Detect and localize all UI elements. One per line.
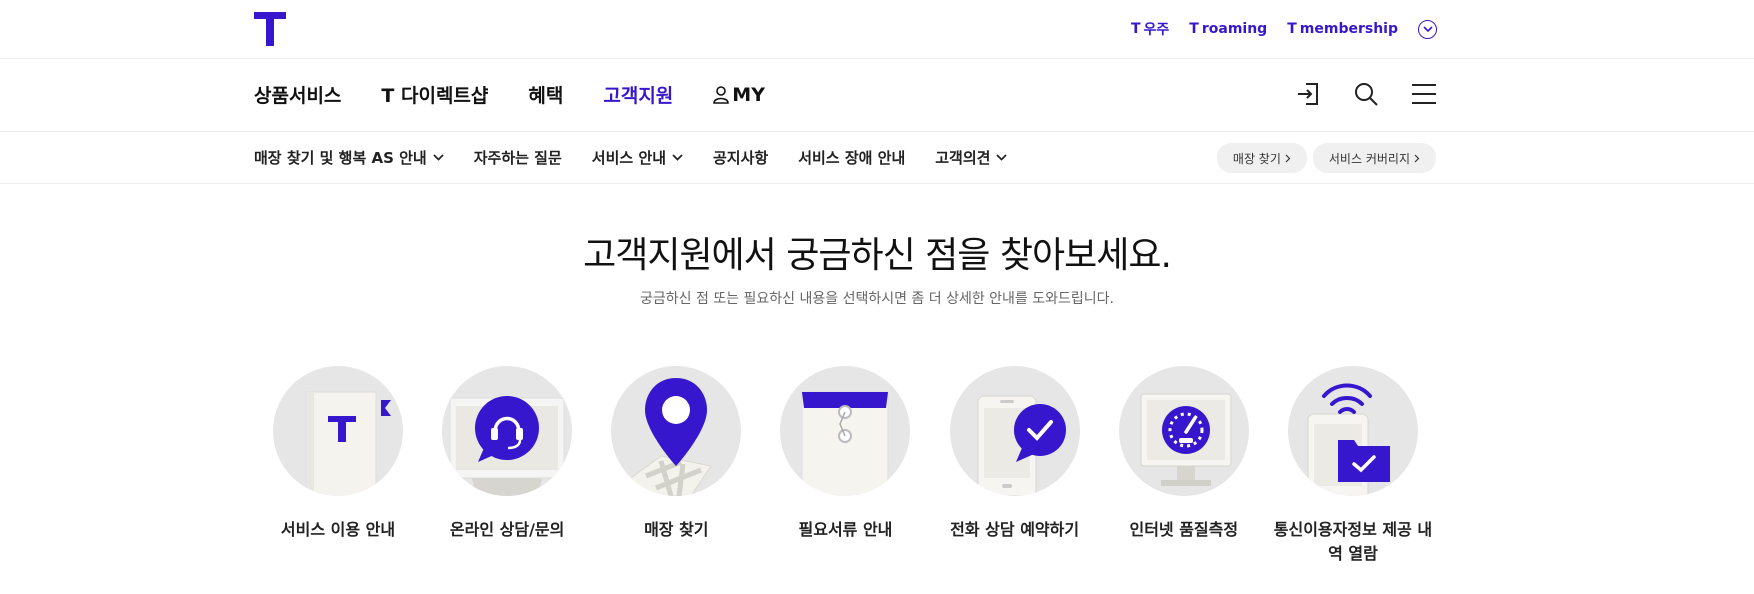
service-item-online-consult[interactable]: 온라인 상담/문의 [423, 366, 591, 566]
chevron-down-icon [996, 154, 1008, 161]
service-item-documents[interactable]: 필요서류 안내 [761, 366, 929, 566]
more-sites-chevron-icon[interactable] [1418, 19, 1437, 39]
nav-my[interactable]: MY [713, 81, 765, 108]
store-finder-pill[interactable]: 매장 찾기 [1216, 143, 1307, 173]
wifi-folder-icon [1287, 366, 1418, 496]
menu-icon[interactable] [1411, 81, 1437, 107]
link-membership[interactable]: Tmembership [1287, 21, 1398, 37]
service-item-speed-test[interactable]: 인터넷 품질측정 [1100, 366, 1268, 566]
headset-chat-icon [442, 366, 573, 496]
map-pin-icon [611, 366, 742, 496]
service-grid: 서비스 이용 안내 온라인 상담/문의 매장 찾기 필요서류 안내 전화 상담 … [254, 366, 1437, 566]
chevron-down-icon [672, 154, 683, 161]
service-item-store-finder[interactable]: 매장 찾기 [592, 366, 760, 566]
t-mark-icon: T [1287, 21, 1297, 37]
lnb-outage[interactable]: 서비스 장애 안내 [798, 147, 905, 168]
chevron-down-icon [433, 154, 444, 161]
link-woojoo[interactable]: T 우주 [1131, 19, 1169, 39]
lnb-faq[interactable]: 자주하는 질문 [474, 147, 562, 168]
top-bar: T 우주 Troaming Tmembership [0, 0, 1754, 59]
person-icon [713, 85, 730, 104]
nav-direct-shop[interactable]: T 다이렉트샵 [381, 81, 488, 108]
t-mark-icon: T [1189, 21, 1199, 37]
service-item-guide[interactable]: 서비스 이용 안내 [254, 366, 422, 566]
nav-customer-support[interactable]: 고객지원 [603, 81, 673, 108]
nav-products[interactable]: 상품서비스 [254, 81, 341, 108]
t-mark-icon: T [1130, 21, 1141, 37]
link-roaming[interactable]: Troaming [1189, 21, 1267, 37]
lnb-store-as[interactable]: 매장 찾기 및 행복 AS 안내 [254, 147, 444, 168]
nav-benefits[interactable]: 혜택 [528, 81, 563, 108]
speedometer-monitor-icon [1118, 366, 1249, 496]
lnb-notice[interactable]: 공지사항 [713, 147, 768, 168]
t-logo-icon[interactable] [254, 12, 286, 46]
document-envelope-icon [780, 366, 911, 496]
utility-links: T 우주 Troaming Tmembership [1131, 19, 1437, 39]
guide-book-icon [273, 366, 403, 496]
phone-check-icon [949, 366, 1080, 496]
lnb-feedback[interactable]: 고객의견 [935, 147, 1008, 168]
service-item-call-reservation[interactable]: 전화 상담 예약하기 [931, 366, 1099, 566]
page-subtitle: 궁금하신 점 또는 필요하신 내용을 선택하시면 좀 더 상세한 안내를 도와드… [640, 291, 1114, 307]
quick-links: 매장 찾기 서비스 커버리지 [1216, 143, 1436, 173]
chevron-right-icon [1285, 154, 1291, 162]
main-navigation: 상품서비스 T 다이렉트샵 혜택 고객지원 MY [0, 59, 1754, 132]
service-item-user-info[interactable]: 통신이용자정보 제공 내역 열람 [1269, 366, 1437, 566]
chevron-right-icon [1414, 154, 1420, 162]
header-actions [1295, 81, 1437, 107]
lnb-service-guide[interactable]: 서비스 안내 [592, 147, 683, 168]
login-icon[interactable] [1295, 81, 1321, 107]
page-title: 고객지원에서 궁금하신 점을 찾아보세요. [583, 235, 1172, 276]
coverage-pill[interactable]: 서비스 커버리지 [1312, 143, 1436, 173]
sub-navigation: 매장 찾기 및 행복 AS 안내 자주하는 질문 서비스 안내 공지사항 서비스… [0, 132, 1754, 184]
search-icon[interactable] [1353, 81, 1379, 107]
